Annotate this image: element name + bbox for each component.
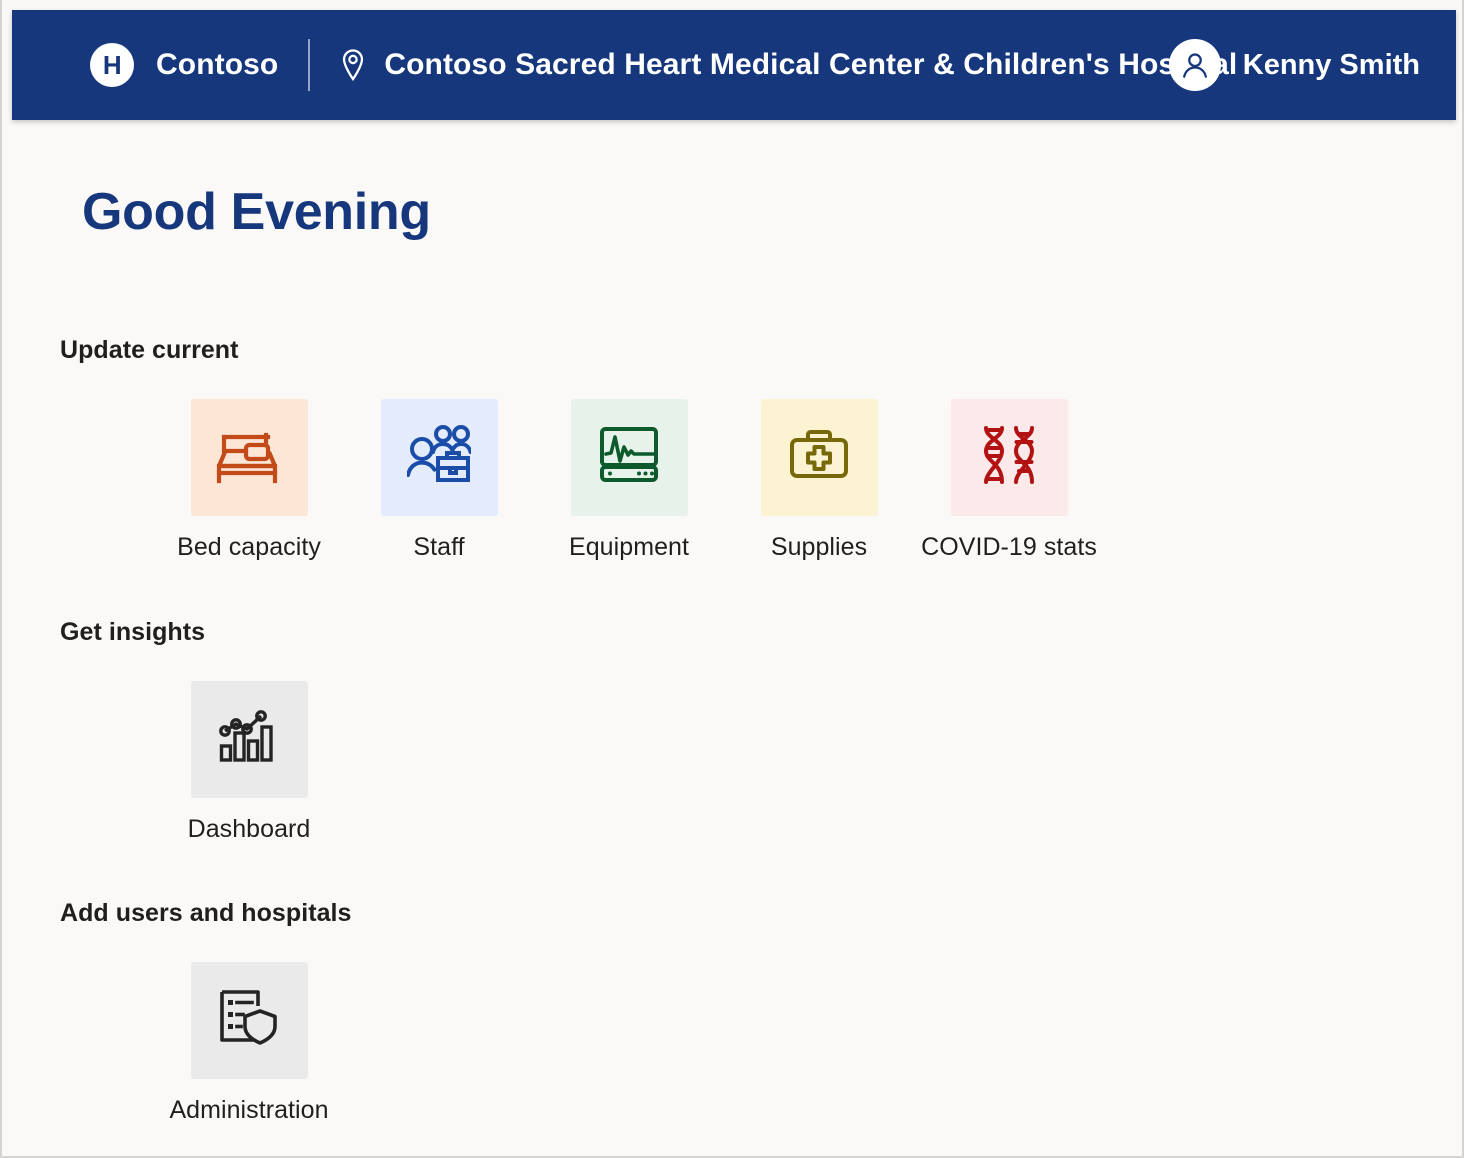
section-heading: Add users and hospitals — [60, 899, 352, 927]
tile-covid-19-stats[interactable]: COVID-19 stats — [914, 399, 1104, 562]
section-heading: Get insights — [60, 618, 206, 646]
avatar — [1168, 39, 1221, 91]
tile-icon-background — [190, 681, 308, 798]
main-content: Good Evening Update current Bed capacity… — [4, 120, 1444, 1125]
tile-label: Staff — [413, 533, 465, 561]
dna-helix-icon — [978, 424, 1040, 491]
site-selector[interactable]: Contoso Sacred Heart Medical Center & Ch… — [338, 48, 1237, 82]
brand[interactable]: H Contoso — [90, 43, 278, 87]
contoso-logo-icon: H — [90, 43, 134, 87]
tile-label: Bed capacity — [177, 533, 321, 561]
site-name: Contoso Sacred Heart Medical Center & Ch… — [384, 48, 1238, 81]
tile-icon-background — [760, 399, 878, 516]
tile-supplies[interactable]: Supplies — [724, 399, 914, 562]
people-briefcase-icon — [406, 425, 473, 490]
vitals-monitor-icon — [598, 426, 660, 489]
tile-row-get-insights: Dashboard — [154, 681, 1444, 844]
tile-dashboard[interactable]: Dashboard — [154, 681, 344, 844]
tile-administration[interactable]: Administration — [154, 962, 344, 1125]
tile-icon-background — [570, 399, 688, 516]
tile-bed-capacity[interactable]: Bed capacity — [154, 399, 344, 562]
tile-row-update-current: Bed capacity Staff Equipment Supplies CO… — [154, 399, 1444, 562]
tile-equipment[interactable]: Equipment — [534, 399, 724, 562]
tile-icon-background — [950, 399, 1068, 516]
brand-logo-letter: H — [102, 50, 122, 80]
tile-staff[interactable]: Staff — [344, 399, 534, 562]
user-name: Kenny Smith — [1242, 48, 1420, 81]
bar-chart-trend-icon — [218, 708, 280, 771]
user-menu[interactable]: Kenny Smith — [1168, 39, 1420, 91]
document-shield-icon — [218, 988, 280, 1053]
tile-icon-background — [190, 399, 308, 516]
section-update-current: Update current Bed capacity Staff Equipm… — [60, 336, 1444, 562]
brand-name: Contoso — [156, 48, 279, 81]
first-aid-kit-icon — [788, 426, 850, 489]
tile-label: Equipment — [569, 533, 689, 561]
tile-icon-background — [190, 962, 308, 1079]
tile-label: Dashboard — [187, 815, 311, 843]
header-divider — [308, 39, 311, 91]
page-title: Good Evening — [82, 183, 431, 241]
location-pin-icon — [338, 48, 368, 82]
app-window: H Contoso Contoso Sacred Heart Medical C… — [0, 0, 1464, 1158]
section-get-insights: Get insights Dashboard — [60, 618, 1444, 844]
app-header: H Contoso Contoso Sacred Heart Medical C… — [12, 10, 1456, 120]
tile-label: COVID-19 stats — [921, 533, 1097, 561]
tile-label: Administration — [169, 1096, 329, 1124]
tile-row-administration: Administration — [154, 962, 1444, 1125]
section-add-users-and-hospitals: Add users and hospitals Administration — [60, 899, 1444, 1125]
tile-label: Supplies — [770, 533, 868, 561]
bed-icon — [216, 425, 282, 490]
section-heading: Update current — [60, 336, 239, 364]
tile-icon-background — [380, 399, 498, 516]
